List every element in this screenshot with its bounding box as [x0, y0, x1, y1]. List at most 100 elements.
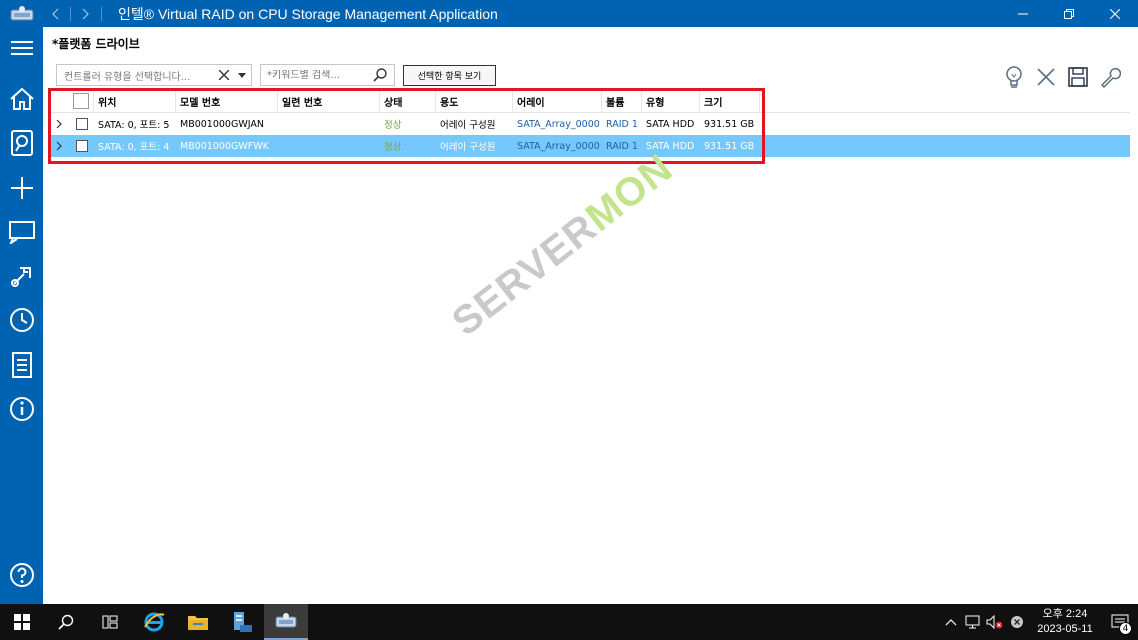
- column-header-location[interactable]: 위치: [94, 89, 176, 113]
- clock-icon: [9, 308, 34, 332]
- taskbar: 오후 2:24 2023-05-11 4: [0, 604, 1138, 640]
- column-header-status[interactable]: 상태: [380, 89, 436, 113]
- plus-icon: [10, 177, 33, 199]
- sidebar-item-maintenance[interactable]: [0, 256, 43, 296]
- page-title: *플랫폼 드라이브: [52, 37, 140, 51]
- expand-row-icon[interactable]: [49, 113, 69, 135]
- controller-select-placeholder: 컨트롤러 유형을 선택합니다...: [64, 71, 191, 83]
- close-circle-icon[interactable]: [1006, 604, 1028, 640]
- task-view-button[interactable]: [88, 604, 132, 640]
- row-checkbox-cell: [69, 135, 94, 157]
- chevron-up-icon[interactable]: [940, 604, 962, 640]
- server-manager-icon: [234, 612, 252, 632]
- drive-table: 위치 모델 번호 일련 번호 상태 용도 어레이 볼륨 유형 크기 SATA: …: [49, 89, 1130, 157]
- volume-muted-icon[interactable]: [984, 604, 1006, 640]
- document-icon: [11, 352, 32, 378]
- internet-explorer-button[interactable]: [132, 604, 176, 640]
- row-checkbox-cell: [69, 113, 94, 135]
- nav-divider: [101, 6, 102, 21]
- sidebar-item-create[interactable]: [0, 168, 43, 208]
- file-explorer-button[interactable]: [176, 604, 220, 640]
- folder-icon: [188, 616, 208, 630]
- column-header-model[interactable]: 모델 번호: [176, 89, 278, 113]
- close-window-button[interactable]: [1092, 0, 1138, 27]
- search-taskbar-button[interactable]: [44, 604, 88, 640]
- cell-location: SATA: 0, 포트: 5: [98, 120, 170, 131]
- cell-array-link[interactable]: SATA_Array_0000: [513, 135, 602, 157]
- monitor-icon: [8, 221, 35, 244]
- sidebar-item-about[interactable]: [0, 389, 43, 429]
- column-header-serial[interactable]: 일련 번호: [278, 89, 380, 113]
- title-bar: 인텔® Virtual RAID on CPU Storage Manageme…: [0, 0, 1138, 27]
- nav-divider: [70, 6, 71, 21]
- table-row[interactable]: SATA: 0, 포트: 5 MB001000GWJAN 정상 어레이 구성원 …: [49, 113, 1130, 135]
- cell-status: 정상: [384, 142, 402, 153]
- cell-status: 정상: [384, 120, 402, 131]
- row-checkbox[interactable]: [75, 118, 88, 130]
- server-manager-button[interactable]: [220, 604, 264, 640]
- controller-type-select[interactable]: 컨트롤러 유형을 선택합니다...: [56, 64, 252, 86]
- cell-serial: [278, 113, 380, 135]
- cell-volume-link[interactable]: RAID 1: [602, 135, 642, 157]
- minimize-button[interactable]: [1000, 0, 1046, 27]
- save-icon[interactable]: [1065, 64, 1091, 90]
- storage-icon: [10, 130, 33, 156]
- close-icon[interactable]: [1033, 64, 1059, 90]
- clock[interactable]: 오후 2:24 2023-05-11: [1028, 607, 1102, 637]
- sidebar-item-storage[interactable]: [0, 123, 43, 163]
- windows-icon: [14, 614, 30, 630]
- search-input[interactable]: [261, 69, 369, 81]
- help-button[interactable]: [0, 555, 43, 595]
- cell-array-link[interactable]: SATA_Array_0000: [513, 113, 602, 135]
- info-icon: [9, 397, 34, 421]
- keyword-search[interactable]: [260, 64, 395, 86]
- vroc-app-taskbar-button[interactable]: [264, 604, 308, 640]
- sidebar-item-logs[interactable]: [0, 345, 43, 385]
- clear-selection-icon[interactable]: [215, 70, 233, 80]
- sidebar: [0, 27, 43, 604]
- lightbulb-icon[interactable]: [1001, 64, 1027, 90]
- column-header-type[interactable]: 유형: [642, 89, 700, 113]
- restore-icon: [1064, 8, 1074, 19]
- sidebar-item-monitor[interactable]: [0, 212, 43, 252]
- select-all-checkbox[interactable]: [73, 93, 89, 109]
- column-header-usage[interactable]: 용도: [436, 89, 513, 113]
- menu-icon: [10, 41, 33, 55]
- tools-icon: [10, 267, 31, 287]
- close-icon: [1110, 8, 1120, 19]
- forward-icon[interactable]: [75, 0, 97, 27]
- start-button[interactable]: [0, 604, 44, 640]
- column-header-size[interactable]: 크기: [700, 89, 760, 113]
- column-header-array[interactable]: 어레이: [513, 89, 602, 113]
- sidebar-item-history[interactable]: [0, 300, 43, 340]
- minimize-icon: [1018, 13, 1028, 14]
- table-row[interactable]: SATA: 0, 포트: 4 MB001000GWFWK 정상 어레이 구성원 …: [49, 135, 1130, 157]
- back-icon[interactable]: [44, 0, 66, 27]
- restore-button[interactable]: [1046, 0, 1092, 27]
- chevron-down-icon[interactable]: [233, 72, 251, 78]
- network-icon[interactable]: [962, 604, 984, 640]
- wrench-icon[interactable]: [1097, 64, 1123, 90]
- sidebar-item-home[interactable]: [0, 79, 43, 119]
- row-checkbox[interactable]: [75, 140, 88, 152]
- notification-count: 4: [1119, 622, 1132, 635]
- expand-row-icon[interactable]: [49, 135, 69, 157]
- main-content: *플랫폼 드라이브 컨트롤러 유형을 선택합니다... 선택한 항목 보기: [43, 27, 1138, 604]
- cell-volume-link[interactable]: RAID 1: [602, 113, 642, 135]
- cell-type: SATA HDD: [646, 118, 695, 130]
- home-icon: [9, 87, 34, 110]
- app-icon: [0, 0, 44, 27]
- search-icon[interactable]: [369, 68, 391, 82]
- table-header: 위치 모델 번호 일련 번호 상태 용도 어레이 볼륨 유형 크기: [49, 89, 1130, 113]
- action-center-button[interactable]: 4: [1102, 604, 1138, 640]
- system-tray: 오후 2:24 2023-05-11 4: [940, 604, 1138, 640]
- cell-model: MB001000GWJAN: [180, 118, 264, 130]
- view-selected-button[interactable]: 선택한 항목 보기: [403, 65, 496, 86]
- column-header-volume[interactable]: 볼륨: [602, 89, 642, 113]
- cell-usage: 어레이 구성원: [440, 120, 496, 131]
- sidebar-menu-button[interactable]: [0, 28, 43, 68]
- cell-serial: [278, 135, 380, 157]
- toolbar: [1001, 64, 1123, 90]
- cell-size: 931.51 GB: [704, 118, 755, 130]
- clock-date: 2023-05-11: [1037, 623, 1093, 635]
